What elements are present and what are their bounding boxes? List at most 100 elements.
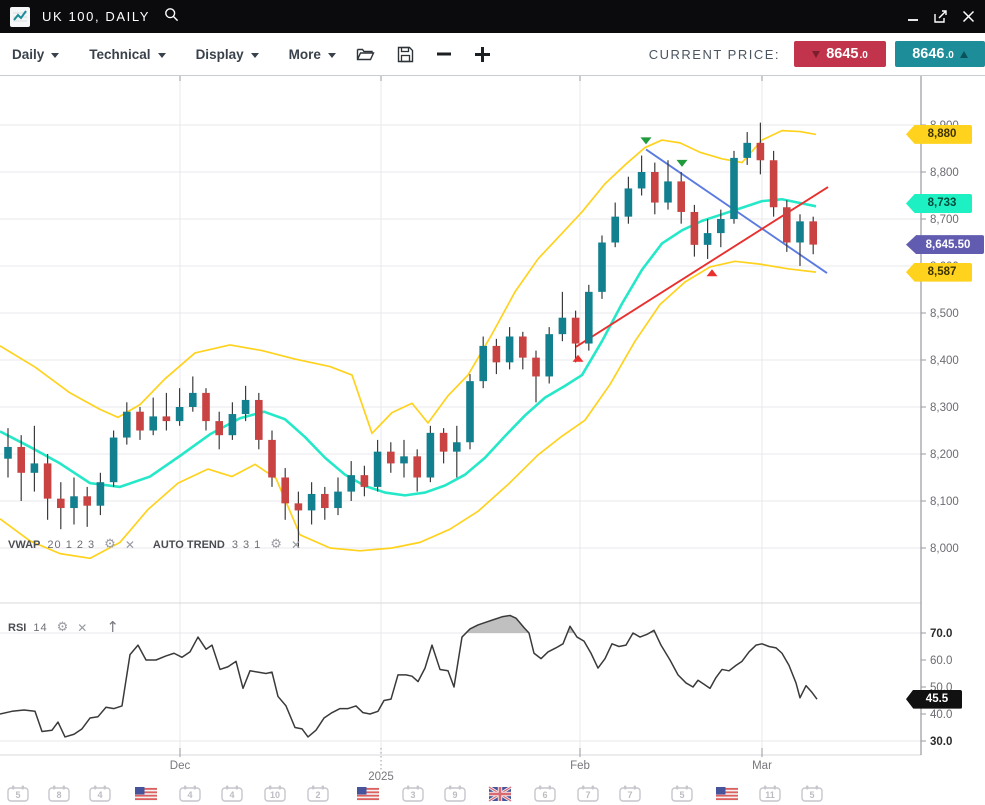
calendar-events-row: 5 8 4 4 4 10 2 3 9 6 7 7 5 11 5 (8, 786, 822, 802)
candle (281, 468, 289, 520)
rsi-settings-gear-icon[interactable]: ⚙ (57, 621, 69, 634)
close-icon[interactable] (962, 10, 975, 23)
vwap-settings-gear-icon[interactable]: ⚙ (104, 538, 116, 551)
svg-text:7: 7 (627, 790, 632, 800)
calendar-event-icon[interactable]: 4 (180, 786, 200, 802)
svg-text:3: 3 (410, 790, 415, 800)
calendar-event-icon[interactable]: 11 (760, 786, 780, 802)
zoom-in-icon[interactable] (474, 46, 491, 63)
candle (757, 123, 765, 175)
calendar-event-icon[interactable]: 7 (578, 786, 598, 802)
candle (704, 219, 712, 259)
rsi-remove-icon[interactable]: ✕ (77, 622, 87, 634)
svg-text:11: 11 (765, 790, 775, 800)
candle (149, 398, 157, 436)
last-price-badge: 8,645.50 (906, 235, 984, 254)
svg-text:Dec: Dec (170, 760, 191, 772)
svg-text:2: 2 (315, 790, 320, 800)
price-axis[interactable]: 8,9008,8008,7008,6008,5008,4008,3008,200… (921, 120, 959, 748)
rsi-indicator-name: RSI (8, 622, 26, 634)
sell-price-button[interactable]: 8645.0 (794, 41, 886, 67)
zoom-out-icon[interactable] (436, 46, 452, 62)
chevron-down-icon (328, 53, 336, 58)
candle (545, 327, 553, 383)
calendar-event-icon[interactable]: 6 (535, 786, 555, 802)
menu-technical[interactable]: Technical (89, 47, 165, 62)
rsi-move-up-icon[interactable]: ↑ (106, 620, 119, 635)
candle (255, 393, 263, 449)
autotrend-indicator-name: AUTO TREND (153, 539, 225, 551)
menu-display[interactable]: Display (196, 47, 259, 62)
price-chart-canvas[interactable]: 8,9008,8008,7008,6008,5008,4008,3008,200… (0, 0, 985, 805)
svg-text:7: 7 (585, 790, 590, 800)
popout-icon[interactable] (933, 9, 948, 24)
candle (189, 376, 197, 411)
save-icon[interactable] (397, 46, 414, 63)
calendar-event-icon[interactable]: 4 (90, 786, 110, 802)
calendar-event-icon[interactable]: 8 (49, 786, 69, 802)
us-flag-icon[interactable] (357, 787, 379, 801)
rsi-pane (0, 615, 817, 737)
vwap-remove-icon[interactable]: ✕ (125, 539, 135, 551)
candle (506, 327, 514, 369)
calendar-event-icon[interactable]: 5 (8, 786, 28, 802)
candle (809, 217, 817, 255)
candle (163, 393, 171, 431)
candle (638, 156, 646, 196)
svg-text:Feb: Feb (570, 760, 590, 772)
us-flag-icon[interactable] (716, 787, 738, 801)
candle (215, 412, 223, 450)
menu-timeframe[interactable]: Daily (12, 47, 59, 62)
candle (796, 214, 804, 266)
open-folder-icon[interactable] (356, 46, 375, 62)
candle (532, 351, 540, 403)
calendar-event-icon[interactable]: 5 (802, 786, 822, 802)
minimize-icon[interactable] (907, 11, 919, 23)
candle (334, 478, 342, 516)
candle (97, 473, 105, 515)
chart-area[interactable]: 8,9008,8008,7008,6008,5008,4008,3008,200… (0, 0, 985, 805)
candle (677, 172, 685, 224)
app-logo-icon (10, 7, 30, 27)
calendar-event-icon[interactable]: 7 (620, 786, 640, 802)
svg-text:8,000: 8,000 (930, 543, 959, 555)
svg-text:6: 6 (542, 790, 547, 800)
calendar-event-icon[interactable]: 3 (403, 786, 423, 802)
current-price-label: CURRENT PRICE: (649, 47, 780, 62)
candle (110, 431, 118, 487)
rsi-line (0, 615, 817, 737)
svg-text:Mar: Mar (752, 760, 772, 772)
chevron-down-icon (158, 53, 166, 58)
candle (559, 292, 567, 341)
search-icon[interactable] (164, 7, 179, 27)
calendar-event-icon[interactable]: 5 (672, 786, 692, 802)
candle (440, 428, 448, 463)
candle (427, 426, 435, 482)
autotrend-remove-icon[interactable]: ✕ (291, 539, 301, 551)
candle (466, 374, 474, 449)
candle (202, 388, 210, 430)
candle (625, 177, 633, 224)
buy-price-button[interactable]: 8646.0 (895, 41, 985, 67)
calendar-event-icon[interactable]: 9 (445, 786, 465, 802)
menu-more[interactable]: More (289, 47, 336, 62)
candle (347, 461, 355, 501)
calendar-event-icon[interactable]: 10 (265, 786, 285, 802)
svg-text:8,500: 8,500 (930, 308, 959, 320)
candle (453, 426, 461, 478)
candle (44, 454, 52, 520)
vwap-indicator-params: 20 1 2 3 (47, 539, 95, 551)
chevron-down-icon (251, 53, 259, 58)
calendar-event-icon[interactable]: 2 (308, 786, 328, 802)
svg-text:4: 4 (229, 790, 234, 800)
candle (321, 487, 329, 520)
uk-flag-icon[interactable] (489, 787, 511, 801)
svg-text:8,700: 8,700 (930, 214, 959, 226)
sell-signal-icon (641, 137, 652, 144)
autotrend-settings-gear-icon[interactable]: ⚙ (270, 538, 282, 551)
calendar-event-icon[interactable]: 4 (222, 786, 242, 802)
date-axis[interactable]: Dec2025FebMar (170, 748, 772, 783)
candle (651, 163, 659, 215)
us-flag-icon[interactable] (135, 787, 157, 801)
svg-text:5: 5 (15, 790, 20, 800)
